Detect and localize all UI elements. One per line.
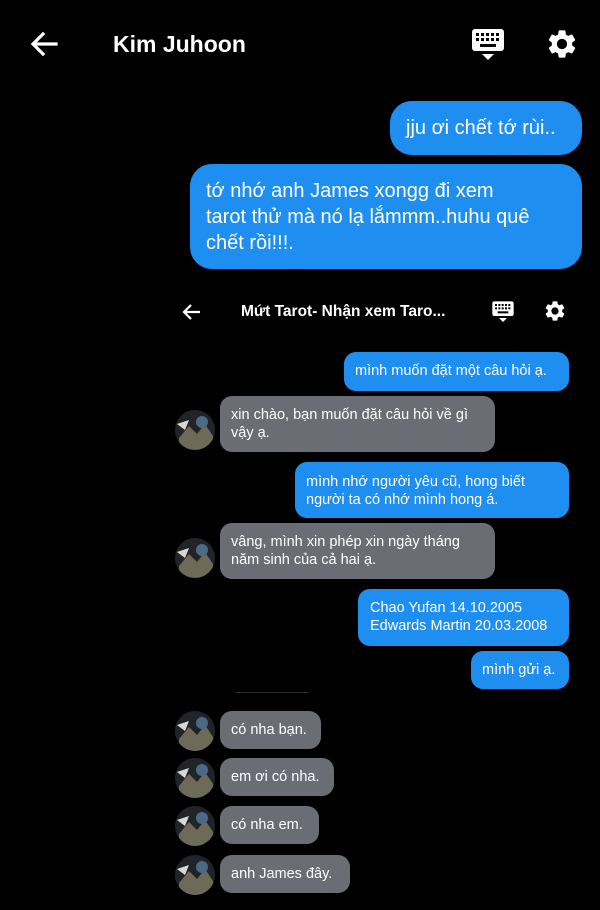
message-line: mình muốn đặt một câu hỏi ạ. <box>355 363 547 379</box>
message-line: vâng, mình xin phép xin ngày tháng <box>231 534 460 550</box>
outgoing-message: mình muốn đặt một câu hỏi ạ. <box>344 352 569 391</box>
incoming-message: vâng, mình xin phép xin ngày tháng năm s… <box>220 523 495 579</box>
message-line: mình gửi ạ. <box>482 662 556 678</box>
incoming-message: có nha bạn. <box>220 711 321 749</box>
back-arrow-icon[interactable] <box>28 28 60 60</box>
avatar <box>175 711 215 751</box>
message-line: tarot thử mà nó lạ lắmmm..huhu quê <box>206 206 530 228</box>
message-line: có nha bạn. <box>231 722 307 738</box>
avatar <box>175 538 215 578</box>
incoming-message: có nha em. <box>220 806 319 844</box>
message-line: vậy ạ. <box>231 425 270 441</box>
outgoing-message: Chao Yufan 14.10.2005 Edwards Martin 20.… <box>358 589 569 646</box>
message-line: em ơi có nha. <box>231 769 320 785</box>
message-line: xin chào, bạn muốn đặt câu hỏi về gì <box>231 407 468 423</box>
message-line: có nha em. <box>231 817 303 833</box>
outgoing-message: tớ nhớ anh James xongg đi xem tarot thử … <box>190 164 582 269</box>
keyboard-icon[interactable] <box>470 28 506 62</box>
incoming-message: xin chào, bạn muốn đặt câu hỏi về gì vậy… <box>220 396 495 452</box>
outgoing-message: mình gửi ạ. <box>471 651 569 689</box>
gear-icon[interactable] <box>545 27 579 61</box>
keyboard-icon <box>492 301 514 322</box>
avatar <box>175 758 215 798</box>
message-text: jju ơi chết tớ rùi.. <box>406 117 556 139</box>
message-line: Chao Yufan 14.10.2005 <box>370 600 523 616</box>
back-arrow-icon <box>182 304 200 320</box>
message-line: chết rồi!!!. <box>206 232 294 254</box>
gear-icon <box>545 301 565 321</box>
message-line: Edwards Martin 20.03.2008 <box>370 618 548 634</box>
message-line: người ta có nhớ mình hong á. <box>306 492 499 508</box>
message-line: tớ nhớ anh James xongg đi xem <box>206 180 494 202</box>
avatar <box>175 855 215 895</box>
outgoing-message: jju ơi chết tớ rùi.. <box>390 101 582 155</box>
page-title: Kim Juhoon <box>113 31 246 57</box>
inner-chat-title: Mứt Tarot- Nhận xem Taro... <box>241 303 446 320</box>
divider <box>235 692 309 693</box>
outgoing-message: mình nhớ người yêu cũ, hong biết người t… <box>295 462 569 518</box>
incoming-message: em ơi có nha. <box>220 758 334 796</box>
incoming-message: anh James đây. <box>220 855 350 893</box>
avatar <box>175 806 215 846</box>
message-line: năm sinh của cả hai ạ. <box>231 552 377 568</box>
avatar <box>175 410 215 450</box>
message-line: anh James đây. <box>231 866 333 882</box>
message-line: mình nhớ người yêu cũ, hong biết <box>306 474 525 490</box>
